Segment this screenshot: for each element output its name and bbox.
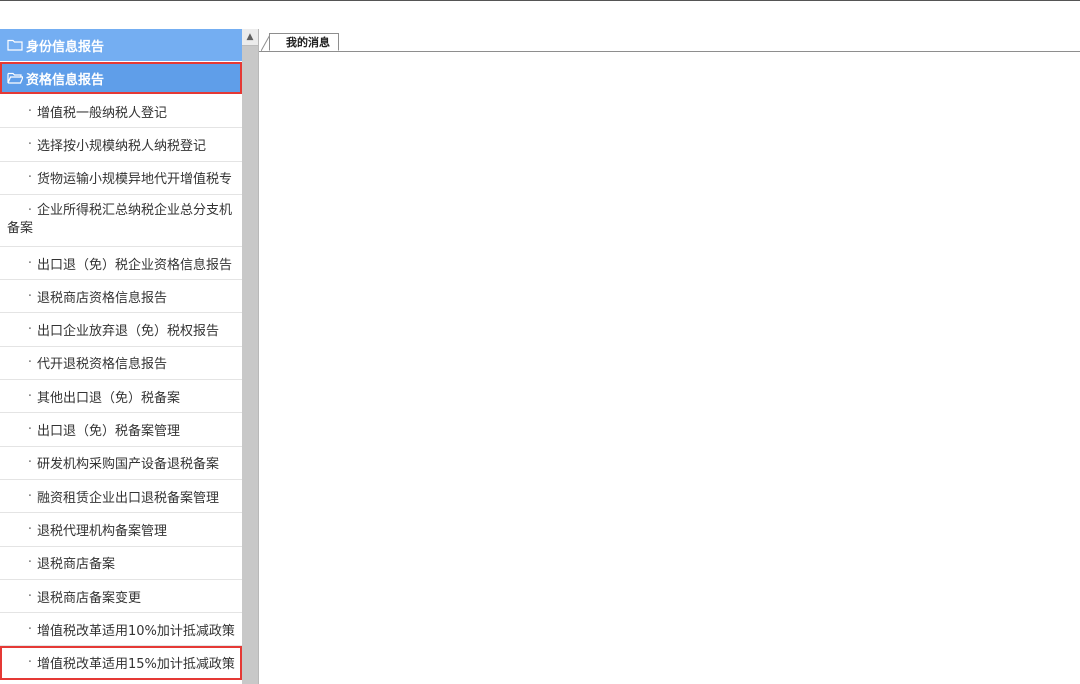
group-header-label: 资格信息报告 [26, 72, 105, 88]
main-content: 我的消息 [259, 29, 1080, 684]
menu-item-export-refund-filing-management[interactable]: · 出口退（免）税备案管理 [0, 413, 242, 447]
menu-item-label: 出口退（免）税企业资格信息报告 [37, 257, 233, 273]
tab-my-messages[interactable]: 我的消息 [269, 33, 339, 51]
menu-item-vat-general-taxpayer-registration[interactable]: · 增值税一般纳税人登记 [0, 95, 242, 129]
menu-item-refund-store-filing[interactable]: · 退税商店备案 [0, 547, 242, 580]
menu-item-waive-export-refund[interactable]: · 出口企业放弃退（免）税权报告 [0, 313, 242, 347]
menu-item-refund-agent-management[interactable]: · 退税代理机构备案管理 [0, 513, 242, 547]
menu-item-label: 出口企业放弃退（免）税权报告 [37, 324, 220, 340]
menu-item-label: 选择按小规模纳税人纳税登记 [37, 138, 207, 154]
menu-item-vat-10pct-deduction[interactable]: · 增值税改革适用10%加计抵减政策 [0, 613, 242, 647]
menu-item-label: 增值税一般纳税人登记 [37, 105, 168, 121]
menu-item-label: 出口退（免）税备案管理 [37, 424, 181, 440]
menu-item-label: 退税商店备案 [37, 557, 116, 573]
top-border [0, 0, 1080, 1]
menu-item-label: 退税商店资格信息报告 [37, 290, 168, 306]
sidebar-scrollbar[interactable]: ▲ [242, 29, 258, 684]
menu-item-label-continued: 备案 [7, 220, 34, 236]
menu-item-refund-store-qualification[interactable]: · 退税商店资格信息报告 [0, 280, 242, 314]
chevron-up-icon: ▲ [246, 31, 254, 42]
menu-item-label: 增值税改革适用10%加计抵减政策 [37, 623, 235, 639]
sidebar: 身份信息报告 资格信息报告 · 增值税一般纳税人登记 · 选择按小规模纳税人纳税… [0, 29, 259, 684]
tab-label: 我的消息 [286, 36, 330, 49]
menu-item-label: 企业所得税汇总纳税企业总分支机 [37, 202, 233, 218]
menu-item-other-export-refund-filing[interactable]: · 其他出口退（免）税备案 [0, 380, 242, 414]
menu-item-label: 研发机构采购国产设备退税备案 [37, 457, 220, 473]
menu-item-leasing-export-refund[interactable]: · 融资租赁企业出口退税备案管理 [0, 480, 242, 514]
tab-bar: 我的消息 [259, 29, 1080, 52]
group-header-label: 身份信息报告 [26, 39, 105, 55]
folder-icon [7, 39, 23, 51]
menu-item-export-refund-qualification[interactable]: · 出口退（免）税企业资格信息报告 [0, 247, 242, 281]
menu-item-label: 代开退税资格信息报告 [37, 357, 168, 373]
menu-item-vat-15pct-deduction[interactable]: · 增值税改革适用15%加计抵减政策 [0, 646, 242, 680]
menu-item-consolidated-income-tax-filing[interactable]: · 企业所得税汇总纳税企业总分支机 备案 [0, 195, 242, 247]
menu-item-rd-equipment-refund[interactable]: · 研发机构采购国产设备退税备案 [0, 447, 242, 480]
menu-item-freight-vat-invoice[interactable]: · 货物运输小规模异地代开增值税专 [0, 162, 242, 195]
menu-item-label: 货物运输小规模异地代开增值税专 [37, 172, 233, 188]
menu-item-label: 增值税改革适用15%加计抵减政策 [37, 657, 235, 673]
group-header-identity-report[interactable]: 身份信息报告 [0, 29, 242, 61]
sidebar-menu: 身份信息报告 资格信息报告 · 增值税一般纳税人登记 · 选择按小规模纳税人纳税… [0, 29, 242, 684]
menu-item-label: 退税商店备案变更 [37, 590, 142, 606]
menu-item-label: 退税代理机构备案管理 [37, 523, 168, 539]
folder-open-icon [7, 72, 23, 84]
menu-item-agent-refund-qualification[interactable]: · 代开退税资格信息报告 [0, 347, 242, 381]
group-header-qualification-report[interactable]: 资格信息报告 [0, 62, 242, 94]
menu-item-label: 其他出口退（免）税备案 [37, 390, 181, 406]
menu-item-refund-store-filing-change[interactable]: · 退税商店备案变更 [0, 580, 242, 614]
menu-item-small-scale-taxpayer-registration[interactable]: · 选择按小规模纳税人纳税登记 [0, 128, 242, 162]
scroll-up-button[interactable]: ▲ [242, 29, 258, 46]
menu-item-label: 融资租赁企业出口退税备案管理 [37, 490, 220, 506]
